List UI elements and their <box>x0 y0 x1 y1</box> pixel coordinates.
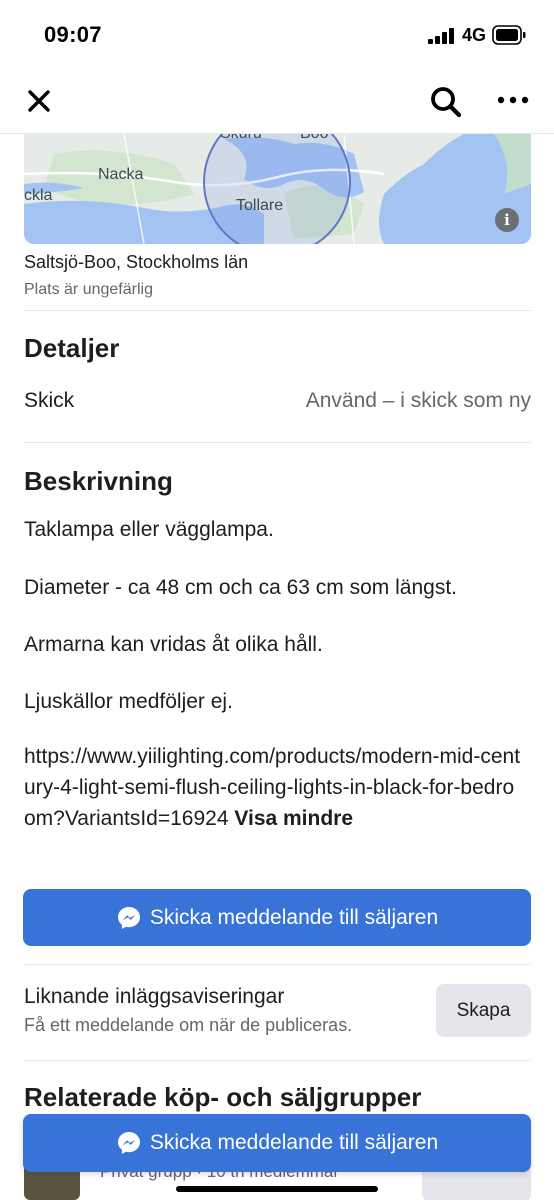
divider <box>24 964 531 965</box>
home-indicator[interactable] <box>176 1186 378 1192</box>
divider <box>24 1060 531 1061</box>
alerts-subtitle: Få ett meddelande om när de publiceras. <box>24 1015 353 1035</box>
search-icon[interactable] <box>428 84 464 120</box>
divider <box>24 310 531 311</box>
details-heading: Detaljer <box>24 333 120 363</box>
message-seller-button[interactable]: Skicka meddelande till säljaren <box>23 889 531 946</box>
floating-message-seller-button[interactable]: Skicka meddelande till säljaren <box>23 1114 531 1172</box>
location-map[interactable]: Nacka ckla Tollare Skuru Boo i <box>24 134 531 244</box>
description-line: Ljuskällor medföljer ej. <box>24 690 233 713</box>
description-line: Taklampa eller vägglampa. <box>24 518 274 541</box>
show-less-link[interactable]: Visa mindre <box>234 807 353 830</box>
condition-label: Skick <box>24 389 75 412</box>
description-link-block: https://www.yiilighting.com/products/mod… <box>24 741 524 834</box>
description-line: Diameter - ca 48 cm och ca 63 cm som län… <box>24 576 457 599</box>
more-icon[interactable] <box>496 94 530 106</box>
related-groups-heading: Relaterade köp- och säljgrupper <box>24 1082 422 1112</box>
location-name: Saltsjö-Boo, Stockholms län <box>24 252 249 272</box>
alerts-title: Liknande inläggsaviseringar <box>24 985 285 1008</box>
map-label-skuru: Skuru <box>220 134 262 143</box>
messenger-icon <box>117 906 140 929</box>
map-label-ckla: ckla <box>24 187 53 204</box>
map-graphic <box>24 134 531 244</box>
location-note: Plats är ungefärlig <box>24 281 153 298</box>
nav-bar <box>0 72 554 134</box>
map-label-tollare: Tollare <box>236 197 284 214</box>
messenger-icon <box>117 1132 140 1154</box>
close-icon[interactable] <box>24 86 54 116</box>
description-heading: Beskrivning <box>24 466 173 496</box>
status-bar: 09:07 4G <box>0 0 554 72</box>
divider <box>24 442 531 443</box>
create-alert-button[interactable]: Skapa <box>436 984 531 1037</box>
map-label-nacka: Nacka <box>98 166 144 183</box>
description-line: Armarna kan vridas åt olika håll. <box>24 633 323 656</box>
message-seller-label: Skicka meddelande till säljaren <box>149 905 439 929</box>
condition-value: Använd – i skick som ny <box>305 389 531 412</box>
signal-icon <box>428 28 454 44</box>
status-time: 09:07 <box>44 22 102 47</box>
network-label: 4G <box>462 25 487 45</box>
battery-icon <box>492 25 526 45</box>
floating-message-seller-label: Skicka meddelande till säljaren <box>149 1131 439 1154</box>
map-label-boo: Boo <box>300 134 328 143</box>
info-icon[interactable]: i <box>495 208 519 232</box>
